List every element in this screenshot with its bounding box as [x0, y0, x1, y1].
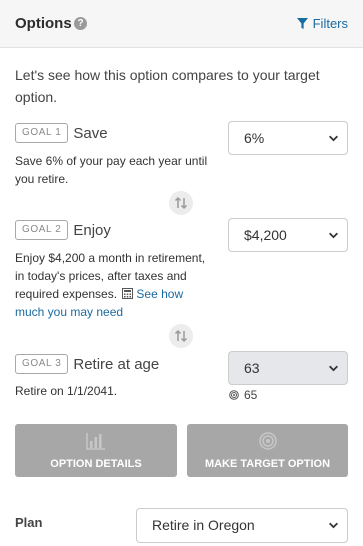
- options-header: Options ? Filters: [0, 0, 363, 48]
- plan-select[interactable]: Retire in Oregon: [136, 508, 348, 543]
- filter-icon: [296, 18, 308, 29]
- chevron-down-icon: [329, 365, 338, 372]
- filters-label: Filters: [312, 16, 348, 31]
- goal-3-header: GOAL 3 Retire at age: [15, 354, 159, 374]
- filters-button[interactable]: Filters: [296, 16, 348, 31]
- goal-1-badge: GOAL 1: [15, 123, 69, 143]
- save-rate-select[interactable]: 6%: [228, 121, 348, 155]
- goal-2-header: GOAL 2 Enjoy: [15, 220, 111, 240]
- target-age-note: 65: [229, 388, 257, 402]
- swap-icon: [174, 196, 188, 210]
- swap-icon: [174, 329, 188, 343]
- goal-2-description: Enjoy $4,200 a month in retirement, in t…: [15, 249, 215, 321]
- goal-1-description: Save 6% of your pay each year until you …: [15, 154, 208, 186]
- target-icon: [258, 432, 277, 450]
- goal-2-name: Enjoy: [73, 221, 111, 239]
- calculator-icon: [122, 288, 134, 299]
- goal-1-name: Save: [73, 124, 108, 142]
- retire-age-select[interactable]: 63: [228, 351, 348, 385]
- intro-text: Let's see how this option compares to yo…: [15, 67, 320, 105]
- save-rate-value: 6%: [244, 130, 265, 146]
- page-title: Options: [15, 15, 72, 32]
- help-icon[interactable]: ?: [74, 17, 87, 30]
- enjoy-amount-value: $4,200: [244, 227, 287, 243]
- target-icon: [229, 390, 239, 400]
- option-details-label: OPTION DETAILS: [50, 458, 142, 470]
- chevron-down-icon: [329, 135, 338, 142]
- swap-goals-1-2-button[interactable]: [169, 191, 193, 215]
- option-details-button[interactable]: OPTION DETAILS: [15, 424, 177, 477]
- target-age-value: 65: [244, 388, 258, 402]
- goal-3-name: Retire at age: [73, 355, 160, 373]
- bar-chart-icon: [86, 433, 105, 450]
- plan-label: Plan: [15, 515, 43, 530]
- plan-select-value: Retire in Oregon: [152, 517, 255, 533]
- goal-3-badge: GOAL 3: [15, 354, 69, 374]
- make-target-option-button[interactable]: MAKE TARGET OPTION: [187, 424, 348, 477]
- retire-age-value: 63: [244, 360, 260, 376]
- goal-2-badge: GOAL 2: [15, 220, 69, 240]
- make-target-option-label: MAKE TARGET OPTION: [204, 458, 331, 470]
- swap-goals-2-3-button[interactable]: [169, 324, 193, 348]
- goal-3-description: Retire on 1/1/2041.: [15, 384, 118, 398]
- goal-1-header: GOAL 1 Save: [15, 123, 108, 143]
- enjoy-amount-select[interactable]: $4,200: [228, 218, 348, 252]
- chevron-down-icon: [329, 232, 338, 239]
- chevron-down-icon: [329, 522, 338, 529]
